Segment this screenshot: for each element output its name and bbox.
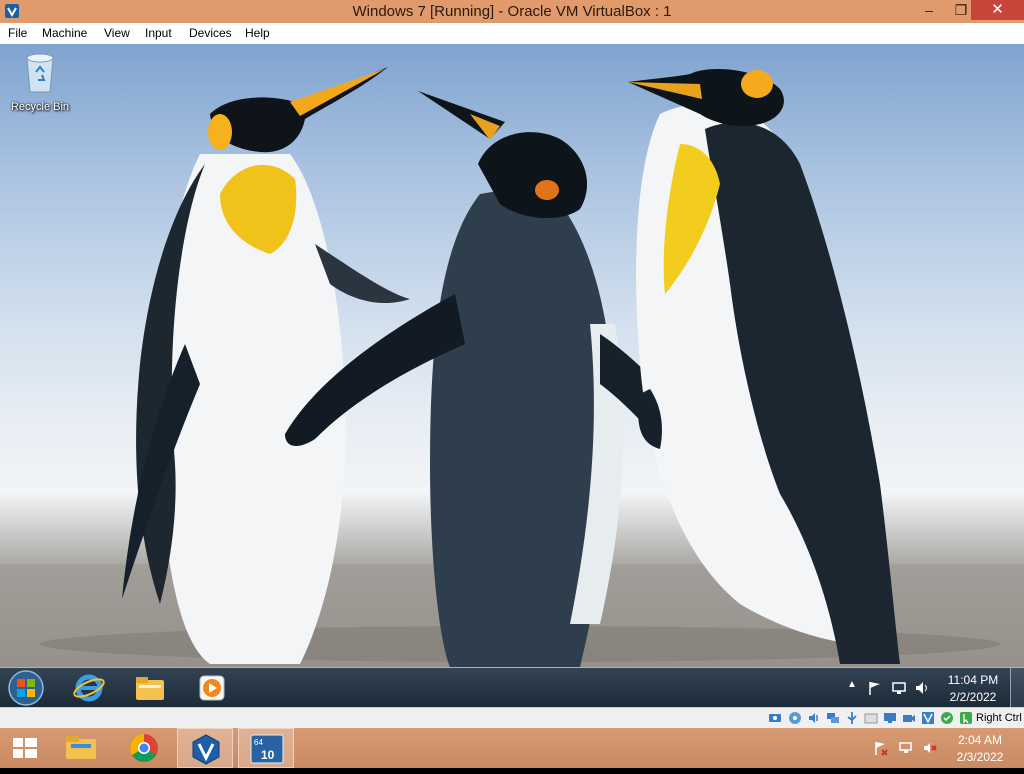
display-icon[interactable]: [883, 711, 897, 725]
network-icon[interactable]: [898, 740, 914, 756]
host-clock[interactable]: 2:04 AM 2/3/2022: [950, 732, 1010, 766]
virtualbox-win10-icon: 64 10: [250, 734, 284, 764]
guest-clock-time: 11:04 PM: [947, 673, 999, 687]
chrome-icon: [130, 734, 158, 762]
host-clock-time: 2:04 AM: [957, 733, 1003, 747]
flag-alert-icon[interactable]: [873, 740, 889, 756]
guest-clock[interactable]: 11:04 PM 2/2/2022: [944, 672, 1002, 706]
host-taskbar-virtualbox-vm[interactable]: 64 10: [238, 728, 294, 768]
penguins-wallpaper: [0, 67, 1024, 667]
menubar: File Machine View Input Devices Help: [0, 23, 1024, 45]
show-desktop-button[interactable]: [1010, 668, 1024, 707]
show-hidden-icons-icon[interactable]: ▲: [847, 679, 857, 690]
windows-explorer-icon[interactable]: [133, 671, 167, 705]
windows7-start-button[interactable]: [7, 669, 45, 707]
recording-icon[interactable]: [902, 711, 916, 725]
action-center-flag-icon[interactable]: [867, 680, 883, 696]
host-taskbar-file-explorer[interactable]: [54, 728, 110, 768]
window-title: Windows 7 [Running] - Oracle VM VirtualB…: [352, 3, 672, 20]
guest-taskbar: ▲ 11:04 PM 2/2/2022: [0, 667, 1024, 708]
network-adapter-icon[interactable]: [826, 711, 840, 725]
virtualbox-icon: [192, 734, 220, 765]
svg-text:64: 64: [254, 738, 263, 747]
windows-start-icon[interactable]: [0, 728, 50, 768]
host-clock-date: 2/3/2022: [956, 750, 1004, 764]
guest-desktop[interactable]: Recycle Bin: [0, 44, 1024, 667]
desktop-icon-label: Recycle Bin: [10, 101, 70, 113]
guest-clock-date: 2/2/2022: [949, 690, 997, 704]
menu-input[interactable]: Input: [145, 26, 172, 40]
media-player-icon[interactable]: [195, 671, 229, 705]
usb-icon[interactable]: [845, 711, 859, 725]
menu-file[interactable]: File: [8, 26, 27, 40]
menu-machine[interactable]: Machine: [42, 26, 87, 40]
menu-devices[interactable]: Devices: [189, 26, 232, 40]
window-titlebar[interactable]: Windows 7 [Running] - Oracle VM VirtualB…: [0, 0, 1024, 23]
internet-explorer-icon[interactable]: [72, 671, 106, 705]
menu-view[interactable]: View: [104, 26, 130, 40]
menu-help[interactable]: Help: [245, 26, 270, 40]
vt-x-icon[interactable]: [921, 711, 935, 725]
guest-additions-icon[interactable]: [940, 711, 954, 725]
close-button[interactable]: ✕: [971, 0, 1024, 20]
minimize-button[interactable]: –: [914, 0, 944, 20]
shared-folders-icon[interactable]: [864, 711, 878, 725]
optical-drive-icon[interactable]: [788, 711, 802, 725]
mouse-integration-icon[interactable]: [959, 711, 973, 725]
host-taskbar-chrome[interactable]: [116, 728, 172, 768]
volume-icon[interactable]: [914, 680, 930, 696]
volume-muted-icon[interactable]: [922, 740, 938, 756]
virtualbox-status-bar: Right Ctrl: [0, 707, 1024, 729]
desktop-icon-recycle-bin[interactable]: Recycle Bin: [6, 50, 74, 113]
svg-text:10: 10: [261, 748, 275, 762]
hard-disk-icon[interactable]: [768, 711, 782, 725]
network-icon[interactable]: [891, 680, 907, 696]
host-taskbar: 64 10 2:04 AM 2/3/2022: [0, 728, 1024, 768]
file-explorer-icon: [66, 736, 96, 759]
recycle-bin-icon: [26, 53, 54, 93]
audio-icon[interactable]: [807, 711, 821, 725]
host-taskbar-virtualbox[interactable]: [177, 728, 233, 768]
host-key-label: Right Ctrl: [976, 712, 1022, 724]
